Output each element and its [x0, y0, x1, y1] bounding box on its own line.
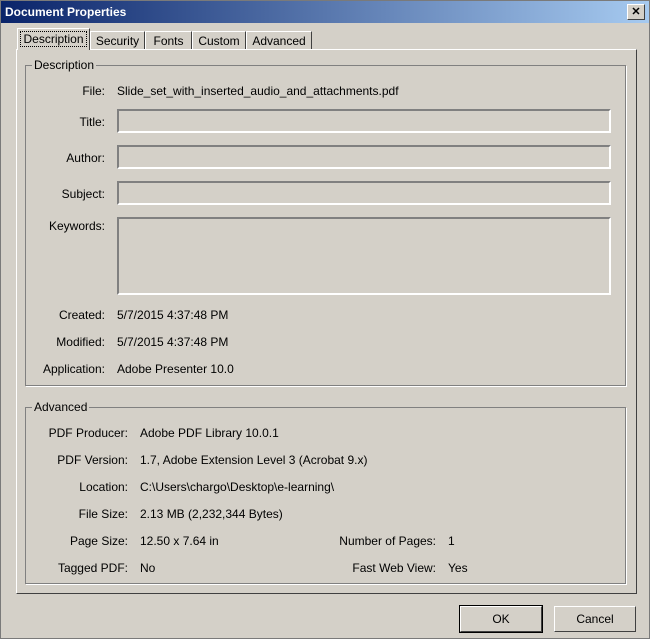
fast-web-view-value: Yes: [448, 561, 468, 575]
tab-custom[interactable]: Custom: [192, 31, 246, 50]
pdf-producer-value: Adobe PDF Library 10.0.1: [140, 426, 279, 440]
file-size-value: 2.13 MB (2,232,344 Bytes): [140, 507, 283, 521]
tab-panel: Description File: Slide_set_with_inserte…: [16, 49, 637, 594]
author-label: Author:: [66, 151, 105, 165]
tab-description-label: Description: [20, 31, 87, 47]
ok-button[interactable]: OK: [459, 605, 543, 633]
tab-description[interactable]: Description: [17, 28, 90, 50]
title-label: Title:: [79, 115, 105, 129]
document-properties-dialog: Document Properties ✕ Description Securi…: [0, 0, 650, 639]
created-label: Created:: [58, 308, 105, 322]
file-value: Slide_set_with_inserted_audio_and_attach…: [117, 84, 399, 98]
tagged-pdf-label: Tagged PDF:: [57, 561, 128, 575]
tab-fonts-label: Fonts: [153, 34, 184, 48]
description-group-title: Description: [32, 58, 97, 72]
tab-advanced[interactable]: Advanced: [246, 31, 312, 50]
location-value: C:\Users\chargo\Desktop\e-learning\: [140, 480, 335, 494]
modified-label: Modified:: [56, 335, 105, 349]
window-title: Document Properties: [5, 5, 127, 19]
modified-value: 5/7/2015 4:37:48 PM: [117, 335, 229, 349]
advanced-group: Advanced PDF Producer: Adobe PDF Library…: [25, 400, 626, 584]
tab-advanced-label: Advanced: [252, 34, 306, 48]
file-size-label: File Size:: [78, 507, 128, 521]
tab-security-label: Security: [95, 34, 140, 48]
subject-label: Subject:: [61, 187, 105, 201]
author-field[interactable]: [117, 145, 611, 169]
advanced-group-title: Advanced: [32, 400, 90, 414]
tab-security[interactable]: Security: [90, 31, 145, 50]
subject-field[interactable]: [117, 181, 611, 205]
tab-custom-label: Custom: [198, 34, 240, 48]
keywords-field[interactable]: [117, 217, 611, 295]
number-of-pages-value: 1: [448, 534, 455, 548]
pdf-version-value: 1.7, Adobe Extension Level 3 (Acrobat 9.…: [140, 453, 368, 467]
page-size-value: 12.50 x 7.64 in: [140, 534, 219, 548]
fast-web-view-label: Fast Web View:: [352, 561, 436, 575]
application-value: Adobe Presenter 10.0: [117, 362, 234, 376]
keywords-label: Keywords:: [48, 219, 105, 233]
pdf-version-label: PDF Version:: [57, 453, 128, 467]
application-label: Application:: [42, 362, 105, 376]
pdf-producer-label: PDF Producer:: [48, 426, 128, 440]
created-value: 5/7/2015 4:37:48 PM: [117, 308, 229, 322]
page-size-label: Page Size:: [69, 534, 128, 548]
number-of-pages-label: Number of Pages:: [339, 534, 436, 548]
cancel-button[interactable]: Cancel: [554, 606, 636, 632]
location-label: Location:: [79, 480, 128, 494]
close-icon[interactable]: ✕: [627, 4, 645, 20]
tab-fonts[interactable]: Fonts: [145, 31, 192, 50]
title-field[interactable]: [117, 109, 611, 133]
file-label: File:: [82, 84, 105, 98]
description-group: Description File: Slide_set_with_inserte…: [25, 58, 626, 386]
title-bar: Document Properties ✕: [1, 1, 649, 23]
tagged-pdf-value: No: [140, 561, 156, 575]
